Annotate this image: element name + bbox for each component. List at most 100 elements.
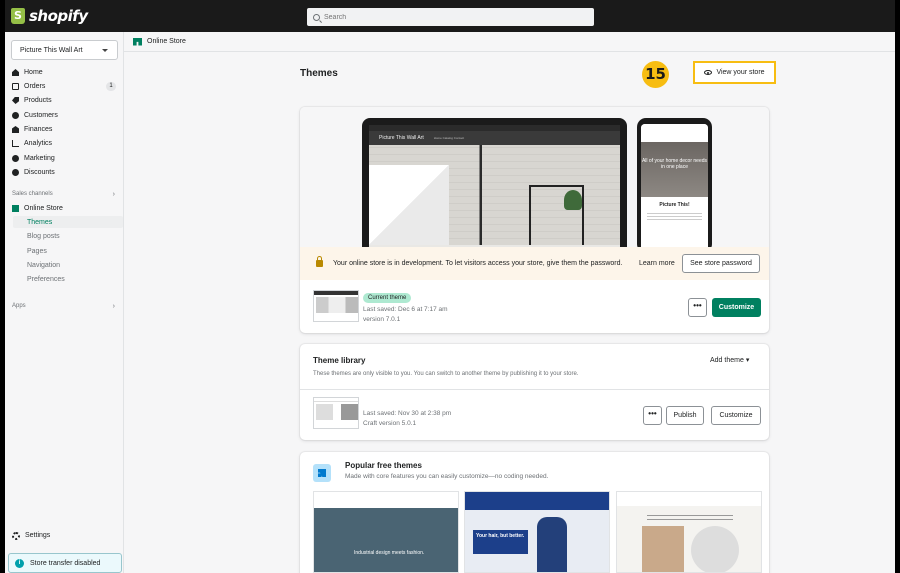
add-theme-label: Add theme: [710, 357, 744, 364]
theme-caption: Industrial design meets fashion.: [354, 550, 425, 556]
sidebar-item-settings[interactable]: Settings: [12, 529, 50, 542]
sidebar-item-online-store[interactable]: Online Store: [12, 202, 120, 215]
library-customize-button[interactable]: Customize: [711, 406, 761, 425]
sales-channels-label: Sales channels: [12, 191, 53, 197]
mobile-hero-text: All of your home decor needs in one plac…: [641, 142, 708, 197]
sidebar-sub-item-blog-posts[interactable]: Blog posts: [27, 230, 123, 242]
sidebar-item-label: Finances: [24, 126, 53, 133]
popular-themes-title: Popular free themes: [345, 461, 422, 470]
chevron-right-icon: ›: [112, 191, 115, 198]
search-icon: [313, 13, 320, 21]
sidebar-item-label: Analytics: [24, 140, 53, 147]
store-icon: [12, 205, 19, 212]
add-theme-button[interactable]: Add theme ▾: [710, 356, 749, 364]
see-store-password-button[interactable]: See store password: [682, 254, 760, 273]
current-theme-card: Picture This Wall Art Home Catalog Conta…: [300, 107, 769, 333]
sidebar-item-label: Discounts: [24, 169, 55, 176]
theme-product-image: [642, 526, 684, 572]
chevron-down-icon: ▾: [745, 357, 750, 364]
thumbnail-image: [316, 404, 358, 420]
current-last-saved: Last saved: Dec 6 at 7:17 am: [363, 306, 448, 313]
shopify-logo[interactable]: shopify: [11, 7, 88, 25]
theme-library-card: Theme library These themes are only visi…: [300, 344, 769, 440]
sidebar-item-label: Marketing: [24, 155, 55, 162]
theme-library-description: These themes are only visible to you. Yo…: [313, 371, 579, 377]
lock-icon: [316, 256, 323, 267]
theme-store-icon: [313, 464, 331, 482]
popular-theme-thumbnail[interactable]: Industrial design meets fashion.: [313, 491, 459, 573]
sales-channels-header[interactable]: Sales channels ›: [12, 191, 118, 198]
theme-product-image: [691, 526, 739, 572]
breadcrumb-label[interactable]: Online Store: [147, 38, 186, 45]
store-selector[interactable]: Picture This Wall Art: [11, 40, 118, 60]
sidebar-item-label: Orders: [24, 83, 46, 90]
sidebar-item-products[interactable]: Products: [12, 94, 120, 107]
search-input[interactable]: [324, 13, 574, 21]
popular-theme-thumbnail[interactable]: [616, 491, 762, 573]
orders-count-badge: 1: [106, 82, 116, 91]
page-title: Themes: [300, 68, 338, 79]
mobile-title: Picture This!: [659, 202, 690, 208]
sidebar-sub-item-themes[interactable]: Themes: [13, 216, 123, 228]
theme-preview: Picture This Wall Art Home Catalog Conta…: [300, 107, 769, 247]
publish-button[interactable]: Publish: [666, 406, 704, 425]
library-more-actions-button[interactable]: •••: [643, 406, 662, 425]
search-bar[interactable]: [307, 8, 594, 26]
thumbnail-header: [314, 291, 358, 295]
sidebar-item-discounts[interactable]: Discounts: [12, 166, 120, 179]
step-number-badge: 15: [642, 61, 669, 88]
current-theme-thumbnail: [313, 290, 359, 322]
sidebar-item-orders[interactable]: Orders 1: [12, 80, 120, 93]
current-more-actions-button[interactable]: •••: [688, 298, 707, 317]
preview-nav: Picture This Wall Art Home Catalog Conta…: [369, 131, 620, 145]
settings-label: Settings: [25, 532, 51, 539]
mobile-preview-header: [641, 124, 708, 142]
chevron-down-icon: [102, 49, 108, 52]
gear-icon: [12, 531, 20, 540]
home-icon: [12, 69, 19, 76]
thumbnail-header: [314, 398, 358, 402]
apps-header[interactable]: Apps ›: [12, 303, 118, 310]
theme-caption: Your hair, but better.: [473, 530, 528, 554]
library-theme-thumbnail: [313, 397, 359, 429]
sidebar-item-analytics[interactable]: Analytics: [12, 137, 120, 150]
view-your-store-button[interactable]: View your store: [693, 61, 776, 84]
sidebar-sub-item-pages[interactable]: Pages: [27, 245, 123, 257]
store-icon: [133, 37, 142, 46]
current-theme-badge: Current theme: [363, 293, 412, 303]
popular-free-themes-card: Popular free themes Made with core featu…: [300, 452, 769, 573]
info-icon: i: [15, 558, 24, 568]
preview-stairs: [369, 165, 449, 245]
person-icon: [12, 112, 19, 119]
sidebar: Picture This Wall Art Home Orders 1 Prod…: [5, 32, 124, 573]
view-store-label: View your store: [716, 69, 765, 76]
orders-icon: [12, 83, 19, 90]
library-last-saved: Last saved: Nov 30 at 2:38 pm: [363, 410, 452, 417]
theme-product-image: [537, 517, 567, 572]
top-bar: shopify: [5, 0, 895, 32]
store-name: Picture This Wall Art: [20, 46, 83, 54]
sidebar-item-marketing[interactable]: Marketing: [12, 152, 120, 165]
sidebar-item-label: Online Store: [24, 205, 63, 212]
preview-plant: [564, 190, 582, 210]
sidebar-item-home[interactable]: Home: [12, 66, 120, 79]
library-version: Craft version 5.0.1: [363, 420, 417, 427]
chevron-right-icon: ›: [112, 303, 115, 310]
sidebar-item-label: Home: [24, 69, 43, 76]
sidebar-item-label: Products: [24, 97, 52, 104]
preview-links: Home Catalog Contact: [433, 136, 465, 140]
sidebar-item-finances[interactable]: Finances: [12, 123, 120, 136]
breadcrumb: Online Store: [124, 32, 895, 52]
sidebar-item-customers[interactable]: Customers: [12, 109, 120, 122]
development-banner: Your online store is in development. To …: [300, 247, 769, 280]
app-window: shopify Picture This Wall Art Home Order…: [5, 0, 895, 573]
current-customize-button[interactable]: Customize: [712, 298, 761, 317]
sidebar-sub-item-navigation[interactable]: Navigation: [27, 259, 123, 271]
bank-icon: [12, 126, 19, 133]
development-banner-text: Your online store is in development. To …: [333, 260, 623, 267]
learn-more-link[interactable]: Learn more: [639, 260, 675, 267]
popular-theme-thumbnail[interactable]: Your hair, but better.: [464, 491, 610, 573]
store-transfer-label: Store transfer disabled: [30, 559, 101, 567]
sidebar-sub-item-preferences[interactable]: Preferences: [27, 273, 123, 285]
theme-heading-lines: [647, 512, 733, 520]
